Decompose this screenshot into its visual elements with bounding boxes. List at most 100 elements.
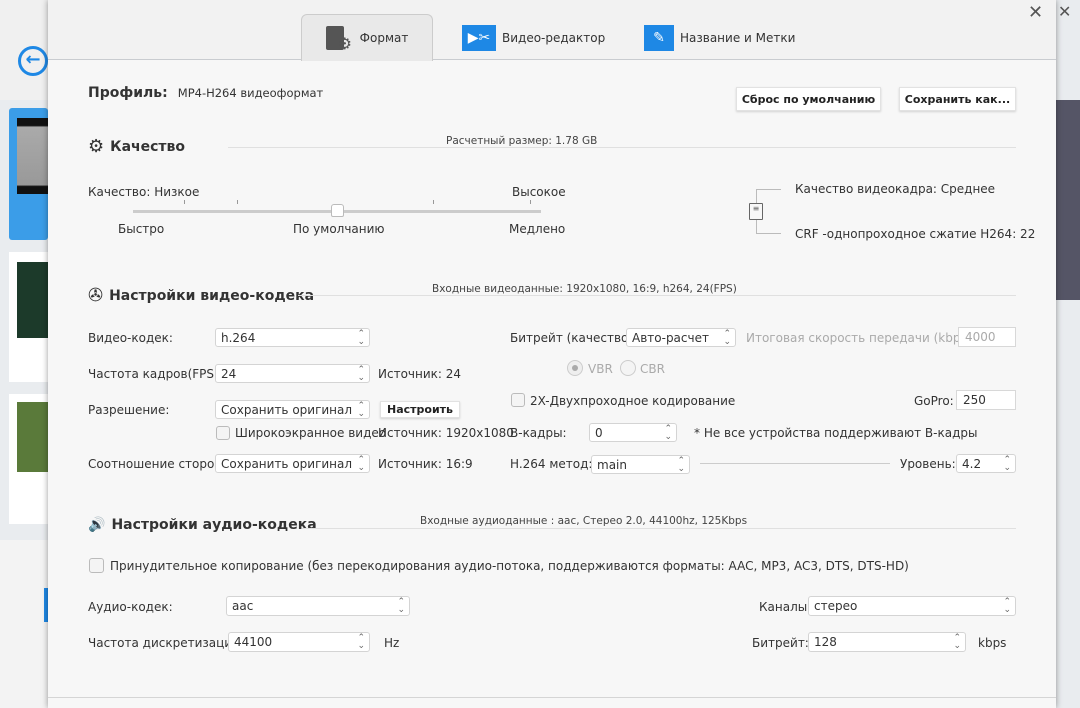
select-value: aac <box>232 599 254 613</box>
resolution-select[interactable]: Сохранить оригинал ⌃ ⌄ <box>215 400 370 419</box>
bitrate-label: Битрейт (качество): <box>510 331 638 345</box>
speaker-icon: 🔊 <box>88 517 106 533</box>
format-settings-dialog: ⚙ Формат ▶✂ Видео-редактор ✎ Название и … <box>48 0 1056 708</box>
edit-document-icon: ✎ <box>644 24 674 51</box>
select-value: 24 <box>221 366 237 381</box>
background-app-right: ✕ <box>1056 0 1080 708</box>
footer-divider <box>48 697 1056 698</box>
chevron-updown-icon: ⌃ ⌄ <box>953 633 961 651</box>
quality-low-label: Качество: Низкое <box>88 185 200 199</box>
crf-info: CRF -однопроходное сжатие H264: 22 <box>795 227 1036 241</box>
final-rate-label: Итоговая скорость передачи (kbps): <box>746 331 976 345</box>
film-reel-icon: ✇ <box>88 285 104 306</box>
video-codec-select[interactable]: h.264 ⌃ ⌄ <box>215 328 370 347</box>
aspect-source: Источник: 16:9 <box>378 457 473 471</box>
chevron-updown-icon: ⌃ ⌄ <box>357 364 365 383</box>
h264-method-select[interactable]: main ⌃ ⌄ <box>591 455 690 474</box>
divider <box>298 295 1016 296</box>
tab-title-tags[interactable]: ✎ Название и Метки <box>644 14 824 61</box>
background-item[interactable] <box>9 252 48 382</box>
configure-resolution-button[interactable]: Настроить <box>380 401 460 418</box>
background-selected-item[interactable] <box>9 108 48 240</box>
quality-slider-thumb[interactable] <box>331 204 344 217</box>
aspect-ratio-select[interactable]: Сохранить оригинал ⌃ ⌄ <box>215 454 370 473</box>
gopro-label: GoPro: <box>914 394 954 408</box>
bitrate-select[interactable]: Авто-расчет ⌃ ⌄ <box>626 328 736 347</box>
sample-rate-select[interactable]: 44100 ⌃ ⌄ <box>228 632 370 652</box>
quality-title: Качество <box>110 138 186 155</box>
video-title: Настройки видео-кодека <box>109 287 315 304</box>
slow-label: Медлено <box>509 222 566 236</box>
final-rate-input[interactable]: 4000 <box>958 327 1016 347</box>
divider <box>228 147 1016 148</box>
force-copy-checkbox[interactable] <box>89 558 104 573</box>
reset-defaults-button[interactable]: Сброс по умолчанию <box>736 87 881 111</box>
save-as-button[interactable]: Сохранить как... <box>899 87 1016 111</box>
audio-codec-label: Аудио-кодек: <box>88 600 173 614</box>
vbr-label: VBR <box>588 362 613 376</box>
chevron-updown-icon: ⌃ ⌄ <box>664 423 672 442</box>
select-value: Авто-расчет <box>632 330 709 345</box>
divider <box>700 463 890 464</box>
fast-label: Быстро <box>118 222 165 236</box>
h264-method-label: H.264 метод: <box>510 457 593 471</box>
chevron-updown-icon: ⌃ ⌄ <box>357 633 365 651</box>
chevron-updown-icon: ⌃ ⌄ <box>1003 597 1011 615</box>
aspect-ratio-label: Соотношение сторон: <box>88 457 227 471</box>
background-app-left: ← <box>0 0 48 708</box>
chevron-updown-icon: ⌃ ⌄ <box>723 328 731 347</box>
default-label: По умолчанию <box>293 222 385 236</box>
audio-codec-select[interactable]: aac ⌃ ⌄ <box>226 596 410 616</box>
background-item[interactable] <box>9 394 48 524</box>
level-select[interactable]: 4.2 ⌃ ⌄ <box>956 454 1016 473</box>
profile-label: Профиль: <box>88 85 168 101</box>
resolution-label: Разрешение: <box>88 403 170 417</box>
bframes-note: * Не все устройства поддерживают B-кадры <box>694 426 978 440</box>
sample-rate-label: Частота дискретизации: <box>88 636 244 650</box>
select-value: h.264 <box>221 330 256 345</box>
level-label: Уровень: <box>900 457 956 471</box>
chevron-updown-icon: ⌃ ⌄ <box>357 400 365 419</box>
channels-select[interactable]: стерео ⌃ ⌄ <box>808 596 1016 616</box>
bframes-label: B-кадры: <box>510 426 567 440</box>
select-value: 44100 <box>234 635 273 649</box>
twopass-label: 2X-Двухпроходное кодирование <box>530 394 736 408</box>
audio-bitrate-select[interactable]: 128 ⌃ ⌄ <box>808 632 966 652</box>
tab-format-label: Формат <box>359 31 409 45</box>
force-copy-label: Принудительное копирование (без перекоди… <box>110 559 909 573</box>
audio-section-header: 🔊 Настройки аудио-кодека <box>88 517 317 533</box>
tab-bar: ⚙ Формат ▶✂ Видео-редактор ✎ Название и … <box>48 0 1056 61</box>
fps-select[interactable]: 24 ⌃ ⌄ <box>215 364 370 383</box>
tab-title-tags-label: Название и Метки <box>680 30 796 45</box>
profile-value: MP4-H264 видеоформат <box>177 86 324 100</box>
select-value: 128 <box>814 635 837 649</box>
tab-video-editor-label: Видео-редактор <box>502 30 606 45</box>
divider <box>302 528 1016 529</box>
quality-slider[interactable] <box>133 200 541 220</box>
select-value: 0 <box>595 425 603 440</box>
tab-video-editor[interactable]: ▶✂ Видео-редактор <box>462 14 642 61</box>
audio-input-info: Входные аудиоданные : aac, Стерео 2.0, 4… <box>420 515 748 527</box>
tab-format[interactable]: ⚙ Формат <box>301 14 433 61</box>
back-arrow-icon[interactable]: ← <box>18 46 48 76</box>
video-input-info: Входные видеоданные: 1920x1080, 16:9, h2… <box>432 283 737 295</box>
cbr-radio[interactable] <box>620 360 636 376</box>
channels-label: Каналы: <box>759 600 812 614</box>
video-scissors-icon: ▶✂ <box>462 24 496 51</box>
background-close-icon[interactable]: ✕ <box>1058 2 1071 21</box>
close-icon[interactable]: ✕ <box>1028 2 1043 23</box>
gopro-input[interactable]: 250 <box>956 390 1016 410</box>
audio-title: Настройки аудио-кодека <box>111 517 317 533</box>
select-value: 4.2 <box>962 456 982 471</box>
resolution-source: Источник: 1920x1080 <box>378 426 514 440</box>
sample-rate-unit: Hz <box>384 636 400 650</box>
twopass-checkbox[interactable] <box>511 393 525 407</box>
bframes-select[interactable]: 0 ⌃ ⌄ <box>589 423 677 442</box>
vbr-radio[interactable] <box>567 360 583 376</box>
frame-quality: Качество видеокадра: Среднее <box>795 182 996 196</box>
chevron-updown-icon: ⌃ ⌄ <box>1003 454 1011 473</box>
select-value: стерео <box>814 599 858 613</box>
widescreen-checkbox[interactable] <box>216 426 230 440</box>
estimated-size: Расчетный размер: 1.78 GB <box>446 135 598 147</box>
quality-high-label: Высокое <box>512 185 566 199</box>
